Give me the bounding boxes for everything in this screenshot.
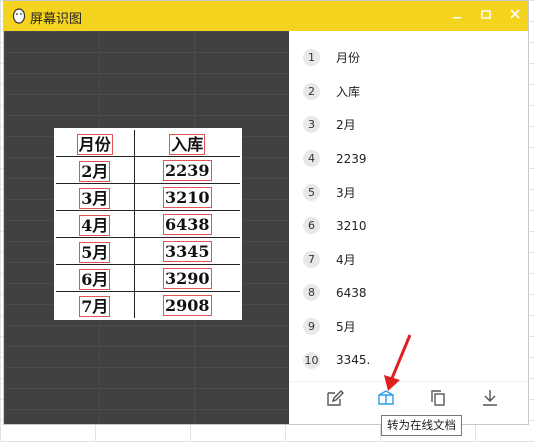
item-text: 4月 bbox=[336, 252, 356, 267]
download-icon bbox=[483, 390, 497, 406]
item-text: 入库 bbox=[336, 84, 361, 99]
download-button[interactable] bbox=[477, 387, 503, 411]
edit-button[interactable] bbox=[322, 387, 348, 411]
table-cell: 2908 bbox=[133, 291, 242, 320]
captured-image-pane: 月份 入库 2月 2239 3月 3210 4月 6438 5月 3345 6月… bbox=[4, 31, 289, 424]
table-cell: 3210 bbox=[133, 183, 242, 211]
close-button[interactable] bbox=[504, 5, 526, 25]
result-item[interactable]: 5 3月 bbox=[303, 175, 523, 209]
minimize-button[interactable] bbox=[446, 5, 468, 25]
window-title: 屏幕识图 bbox=[30, 12, 83, 27]
table-header-cell: 月份 bbox=[54, 128, 135, 157]
table-header-cell: 入库 bbox=[133, 128, 242, 157]
table-cell: 3345 bbox=[133, 237, 242, 265]
maximize-icon bbox=[481, 10, 491, 19]
maximize-button[interactable] bbox=[475, 5, 497, 25]
table-cell: 5月 bbox=[54, 237, 135, 265]
table-cell: 7月 bbox=[54, 291, 135, 320]
table-row: 5月 3345 bbox=[54, 237, 242, 265]
item-index: 9 bbox=[303, 318, 320, 336]
result-item[interactable]: 6 3210 bbox=[303, 209, 523, 243]
item-index: 7 bbox=[303, 250, 320, 268]
item-text: 2239 bbox=[336, 151, 367, 166]
item-text: 3月 bbox=[336, 185, 356, 200]
table-row: 4月 6438 bbox=[54, 210, 242, 238]
table-row: 7月 2908 bbox=[54, 291, 242, 320]
result-item[interactable]: 7 4月 bbox=[303, 243, 523, 277]
copy-icon bbox=[431, 390, 445, 406]
item-text: 3210 bbox=[336, 218, 367, 233]
result-item[interactable]: 2 入库 bbox=[303, 75, 523, 109]
edit-icon bbox=[327, 390, 344, 406]
item-index: 3 bbox=[303, 116, 320, 134]
tooltip: 转为在线文档 bbox=[381, 415, 462, 436]
table-cell: 3290 bbox=[133, 264, 242, 292]
table-cell: 2月 bbox=[54, 156, 135, 184]
item-index: 2 bbox=[303, 82, 320, 100]
table-cell: 2239 bbox=[133, 156, 242, 184]
annotation-arrow bbox=[384, 334, 412, 391]
item-index: 10 bbox=[303, 351, 320, 369]
result-item[interactable]: 8 6438 bbox=[303, 276, 523, 310]
ocr-result-list: 1 月份 2 入库 3 2月 4 2239 5 3月 6 3210 7 4月 8 6438 9 5… bbox=[303, 41, 523, 377]
captured-table: 月份 入库 2月 2239 3月 3210 4月 6438 5月 3345 6月… bbox=[54, 128, 242, 320]
item-index: 4 bbox=[303, 150, 320, 168]
table-cell: 6月 bbox=[54, 264, 135, 292]
item-text: 6438 bbox=[336, 285, 367, 300]
item-index: 1 bbox=[303, 49, 320, 67]
table-cell: 4月 bbox=[54, 210, 135, 238]
item-index: 8 bbox=[303, 284, 320, 302]
table-header-row: 月份 入库 bbox=[54, 128, 242, 157]
result-item[interactable]: 4 2239 bbox=[303, 142, 523, 176]
copy-button[interactable] bbox=[425, 387, 451, 411]
minimize-icon bbox=[453, 17, 461, 19]
item-text: 5月 bbox=[336, 320, 356, 335]
item-text: 3345. bbox=[336, 353, 371, 368]
table-cell: 3月 bbox=[54, 183, 135, 211]
table-row: 6月 3290 bbox=[54, 264, 242, 292]
result-item[interactable]: 3 2月 bbox=[303, 108, 523, 142]
table-cell: 6438 bbox=[133, 210, 242, 238]
item-text: 2月 bbox=[336, 118, 356, 133]
title-bar: 屏幕识图 bbox=[4, 1, 528, 31]
item-index: 6 bbox=[303, 217, 320, 235]
table-row: 3月 3210 bbox=[54, 183, 242, 211]
table-row: 2月 2239 bbox=[54, 156, 242, 184]
screen-ocr-window: 屏幕识图 月份 入库 2月 2239 3月 3210 4月 6438 5月 33… bbox=[3, 0, 529, 425]
app-penguin-icon bbox=[12, 8, 26, 28]
item-index: 5 bbox=[303, 183, 320, 201]
close-icon bbox=[510, 9, 520, 19]
item-text: 月份 bbox=[336, 51, 361, 66]
result-item[interactable]: 1 月份 bbox=[303, 41, 523, 75]
